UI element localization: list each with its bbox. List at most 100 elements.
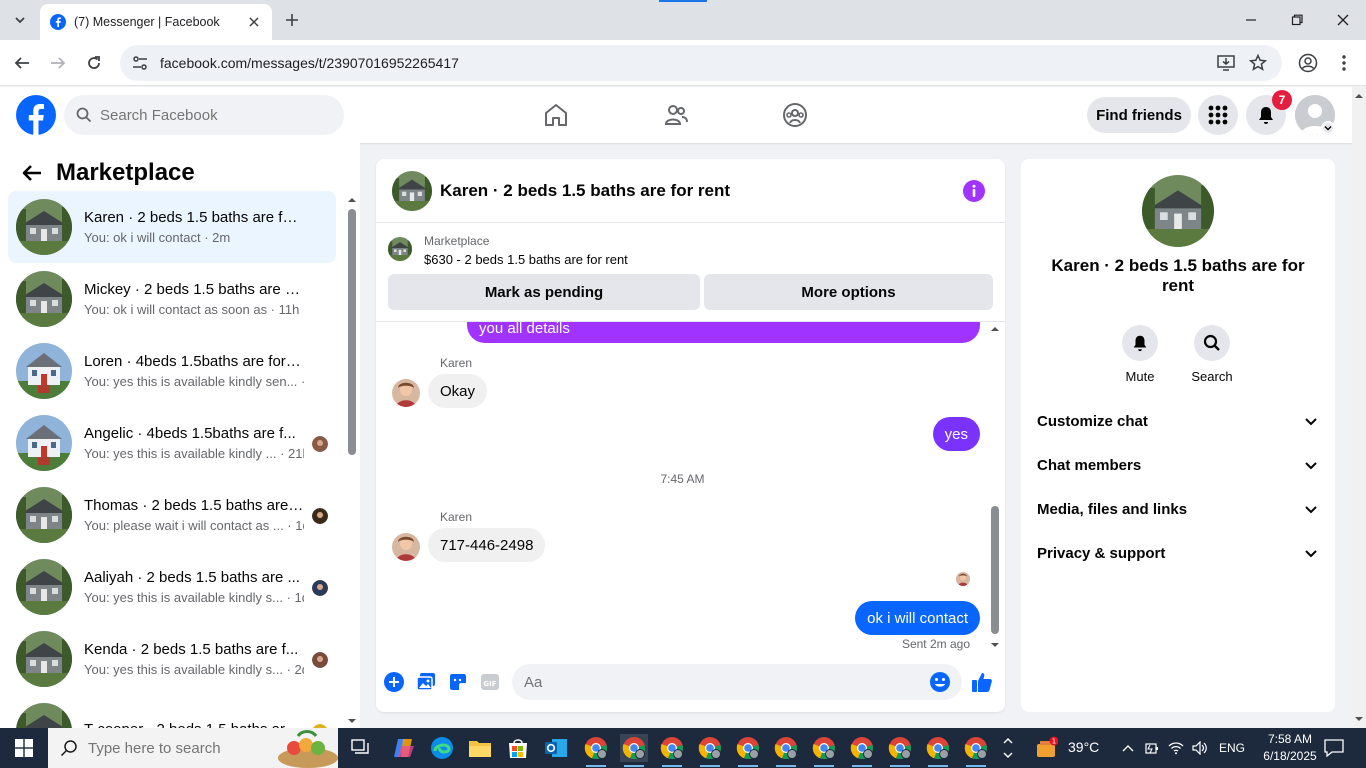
sticker-icon[interactable] <box>446 670 470 694</box>
file-explorer-icon[interactable] <box>466 734 494 762</box>
chat-members-row[interactable]: Chat members <box>1029 445 1327 485</box>
chrome-window-icon[interactable] <box>886 734 914 767</box>
back-icon[interactable] <box>10 51 34 75</box>
search-icon[interactable] <box>1194 325 1230 361</box>
clock-date[interactable]: 6/18/2025 <box>1257 749 1323 763</box>
reload-icon[interactable] <box>82 51 106 75</box>
bell-icon[interactable] <box>1122 325 1158 361</box>
scrollbar-thumb[interactable] <box>991 506 999 634</box>
url-text[interactable]: facebook.com/messages/t/2390701695226541… <box>160 55 459 71</box>
message-in[interactable]: Okay <box>428 374 488 408</box>
customize-chat-row[interactable]: Customize chat <box>1029 401 1327 441</box>
conversation-list-scrollbar[interactable] <box>346 193 358 728</box>
conversation-item[interactable]: Kenda · 2 beds 1.5 baths are f... You: ye… <box>8 623 336 695</box>
site-settings-icon[interactable] <box>132 54 150 72</box>
karen-avatar[interactable] <box>392 533 420 561</box>
message-out-partial[interactable]: you all details <box>467 322 980 343</box>
taskbar-overflow-arrows-icon[interactable] <box>994 734 1022 762</box>
thumbs-up-icon[interactable] <box>970 670 994 694</box>
chrome-window-icon[interactable] <box>620 734 648 767</box>
chrome-window-icon[interactable] <box>582 734 610 767</box>
emoji-icon[interactable] <box>928 670 952 694</box>
facebook-search[interactable] <box>64 95 344 135</box>
outlook-icon[interactable] <box>542 734 570 762</box>
mute-button[interactable]: Mute <box>1110 325 1170 384</box>
message-out[interactable]: yes <box>932 417 980 451</box>
taskbar-search-input[interactable] <box>88 739 248 757</box>
edge-icon[interactable] <box>428 734 456 762</box>
facebook-search-input[interactable] <box>100 106 320 124</box>
conversation-item[interactable]: Thomas · 2 beds 1.5 baths are ... You: pl… <box>8 479 336 551</box>
browser-tab[interactable]: (7) Messenger | Facebook <box>40 4 272 40</box>
more-options-button[interactable]: More options <box>704 274 993 310</box>
notifications-center-icon[interactable] <box>1320 734 1348 762</box>
weather-temperature[interactable]: 39°C <box>1068 739 1099 755</box>
privacy-support-row[interactable]: Privacy & support <box>1029 533 1327 573</box>
message-input[interactable] <box>524 673 904 691</box>
minimize-icon[interactable] <box>1236 6 1266 34</box>
info-icon[interactable] <box>963 180 985 202</box>
forward-icon[interactable] <box>46 51 70 75</box>
chrome-window-icon[interactable] <box>924 734 952 767</box>
install-app-icon[interactable] <box>1214 51 1238 75</box>
find-friends-button[interactable]: Find friends <box>1087 97 1191 133</box>
media-files-links-row[interactable]: Media, files and links <box>1029 489 1327 529</box>
volume-icon[interactable] <box>1186 734 1214 762</box>
new-tab-icon[interactable] <box>282 10 302 30</box>
listing-thumbnail[interactable] <box>388 237 412 261</box>
task-view-icon[interactable] <box>347 734 375 762</box>
copilot-icon[interactable] <box>390 734 418 762</box>
home-icon[interactable] <box>540 99 572 131</box>
conversation-item[interactable]: T-cooper · 2 beds 1.5 baths ar... <box>8 695 336 728</box>
close-window-icon[interactable] <box>1328 6 1358 34</box>
message-in[interactable]: 717-446-2498 <box>428 528 546 562</box>
tab-search-icon[interactable] <box>8 8 32 32</box>
back-arrow-icon[interactable] <box>16 157 48 189</box>
conversation-item[interactable]: Angelic · 4beds 1.5baths are f... You: ye… <box>8 407 336 479</box>
chat-header[interactable]: Karen · 2 beds 1.5 baths are for rent <box>376 159 1005 223</box>
plus-circle-icon[interactable] <box>382 670 406 694</box>
language-indicator[interactable]: ENG <box>1219 741 1245 755</box>
chrome-window-icon[interactable] <box>772 734 800 767</box>
chat-title[interactable]: Karen · 2 beds 1.5 baths are for rent <box>440 181 730 201</box>
account-chevron-down-icon[interactable] <box>1321 121 1335 135</box>
windows-start-icon[interactable] <box>0 728 48 768</box>
chrome-window-icon[interactable] <box>810 734 838 767</box>
conversation-item[interactable]: Loren · 4beds 1.5baths are for rent You: … <box>8 335 336 407</box>
chrome-window-icon[interactable] <box>734 734 762 767</box>
listing-title[interactable]: $630 - 2 beds 1.5 baths are for rent <box>424 252 628 267</box>
tab-close-icon[interactable] <box>246 14 262 30</box>
facebook-logo-icon[interactable] <box>16 95 56 135</box>
page-scrollbar[interactable] <box>1352 87 1366 728</box>
chrome-window-icon[interactable] <box>658 734 686 767</box>
message-out[interactable]: ok i will contact <box>855 601 980 635</box>
chrome-window-icon[interactable] <box>848 734 876 767</box>
message-input-box[interactable] <box>512 664 962 700</box>
photo-icon[interactable] <box>414 670 438 694</box>
friends-icon[interactable] <box>660 99 692 131</box>
search-in-chat-button[interactable]: Search <box>1182 325 1242 384</box>
taskbar-search[interactable] <box>48 728 338 768</box>
clock-time[interactable]: 7:58 AM <box>1261 732 1319 746</box>
chat-header-avatar[interactable] <box>392 170 432 211</box>
menu-grid-icon[interactable] <box>1198 95 1238 135</box>
chrome-window-icon[interactable] <box>962 734 990 767</box>
profile-icon[interactable] <box>1296 51 1320 75</box>
microsoft-store-icon[interactable] <box>504 734 532 762</box>
browser-menu-icon[interactable] <box>1332 51 1356 75</box>
conversation-item[interactable]: Aaliyah · 2 beds 1.5 baths are ... You: y… <box>8 551 336 623</box>
conversation-item[interactable]: Karen · 2 beds 1.5 baths are for r... You… <box>8 191 336 263</box>
address-bar[interactable]: facebook.com/messages/t/2390701695226541… <box>120 45 1282 81</box>
karen-avatar[interactable] <box>392 379 420 407</box>
contact-avatar[interactable] <box>1142 175 1214 247</box>
restore-icon[interactable] <box>1282 6 1312 34</box>
conversation-item[interactable]: Mickey · 2 beds 1.5 baths are for... You:… <box>8 263 336 335</box>
weather-icon[interactable]: 1 <box>1032 734 1060 762</box>
message-scrollbar[interactable] <box>989 322 1001 651</box>
gif-icon[interactable]: GIF <box>478 670 502 694</box>
scrollbar-thumb[interactable] <box>348 209 356 455</box>
mark-as-pending-button[interactable]: Mark as pending <box>388 274 700 310</box>
bookmark-star-icon[interactable] <box>1246 51 1270 75</box>
groups-icon[interactable] <box>779 99 811 131</box>
chrome-window-icon[interactable] <box>696 734 724 767</box>
